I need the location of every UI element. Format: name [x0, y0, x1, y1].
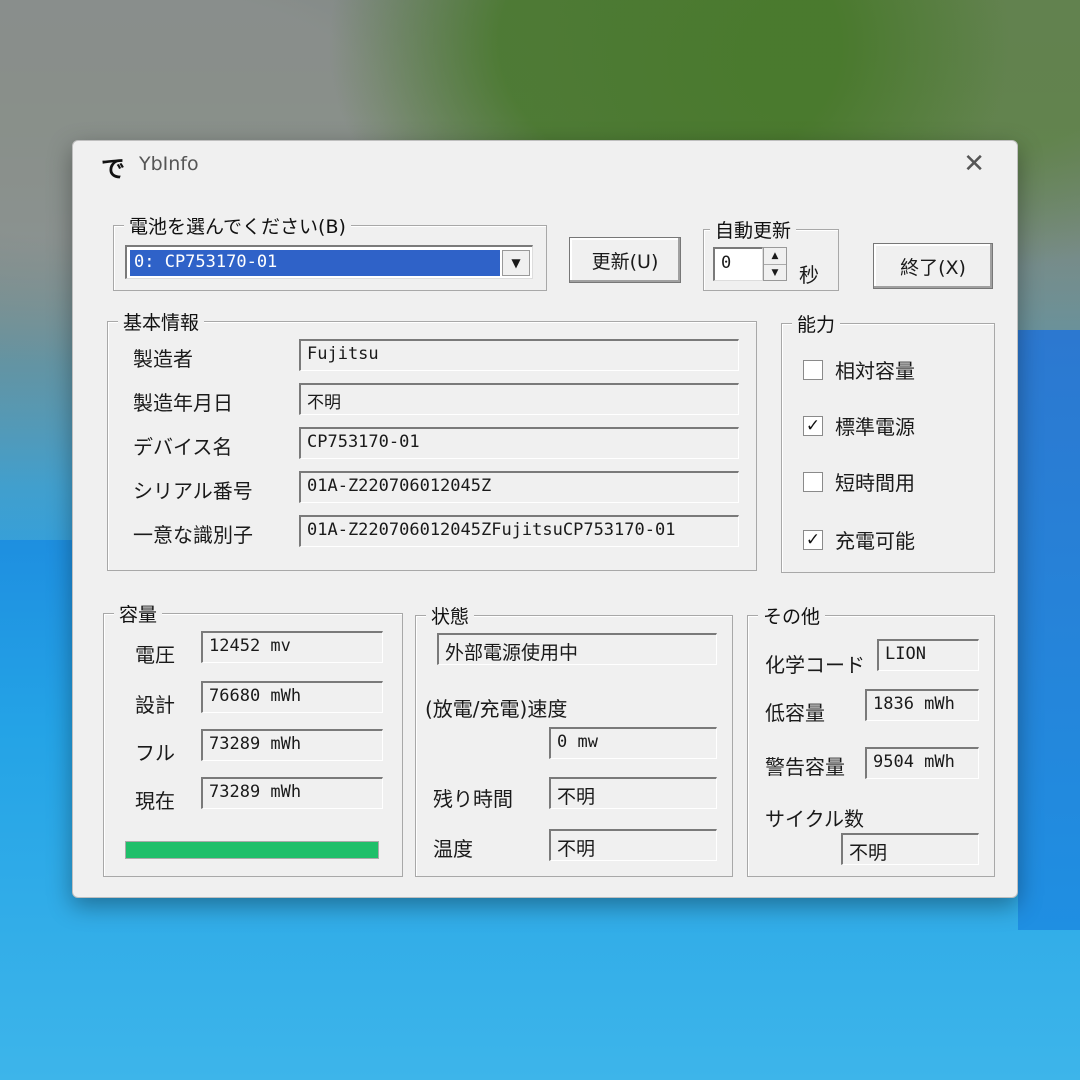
interval-spinner[interactable]: ▲ ▼ [763, 247, 787, 281]
checkbox-icon [803, 471, 823, 492]
design-capacity-label: 設計 [135, 693, 175, 717]
design-capacity-value: 76680 mWh [201, 681, 383, 713]
unique-id-label: 一意な識別子 [133, 523, 253, 547]
battery-combobox[interactable]: 0: CP753170-01 ▼ [125, 245, 533, 279]
capacity-label: 容量 [114, 600, 163, 627]
auto-refresh-label: 自動更新 [710, 216, 797, 243]
serial-number-label: シリアル番号 [133, 479, 253, 503]
relative-capacity-checkbox[interactable]: 相対容量 [803, 355, 915, 384]
warning-capacity-value: 9504 mWh [865, 747, 979, 779]
charge-progress-fill [126, 842, 378, 858]
remaining-time-value: 不明 [549, 777, 717, 809]
manufacture-date-value: 不明 [299, 383, 739, 415]
full-capacity-label: フル [135, 741, 175, 765]
close-icon[interactable]: ✕ [963, 149, 985, 179]
relative-capacity-label: 相対容量 [835, 359, 915, 383]
battery-combobox-value: 0: CP753170-01 [130, 250, 500, 276]
rechargeable-label: 充電可能 [835, 529, 915, 553]
warning-capacity-label: 警告容量 [765, 755, 845, 779]
spin-down-icon[interactable]: ▼ [764, 264, 786, 280]
manufacturer-label: 製造者 [133, 347, 193, 371]
remaining-time-label: 残り時間 [433, 787, 513, 811]
window-title: YbInfo [139, 153, 199, 175]
short-term-label: 短時間用 [835, 471, 915, 495]
status-label: 状態 [426, 602, 475, 629]
title-bar[interactable]: で YbInfo ✕ [73, 141, 1017, 189]
chemistry-code-value: LION [877, 639, 979, 671]
basic-info-label: 基本情報 [118, 308, 205, 335]
standard-power-label: 標準電源 [835, 415, 915, 439]
capabilities-label: 能力 [792, 310, 841, 337]
checkbox-icon [803, 359, 823, 380]
rate-label: (放電/充電)速度 [425, 697, 568, 721]
device-name-value: CP753170-01 [299, 427, 739, 459]
other-label: その他 [758, 602, 826, 629]
standard-power-checkbox[interactable]: ✓ 標準電源 [803, 411, 915, 440]
ybinfo-window: で YbInfo ✕ 電池を選んでください(B) 0: CP753170-01 … [72, 140, 1018, 898]
auto-refresh-interval-input[interactable]: 0 [713, 247, 763, 281]
short-term-checkbox[interactable]: 短時間用 [803, 467, 915, 496]
temperature-label: 温度 [433, 837, 473, 861]
refresh-button[interactable]: 更新(U) [569, 237, 681, 283]
temperature-value: 不明 [549, 829, 717, 861]
manufacture-date-label: 製造年月日 [133, 391, 233, 415]
battery-select-label: 電池を選んでください(B) [124, 212, 351, 239]
checkmark-icon: ✓ [803, 529, 823, 550]
voltage-value: 12452 mv [201, 631, 383, 663]
exit-button[interactable]: 終了(X) [873, 243, 993, 289]
wallpaper-sea-edge [1018, 330, 1080, 930]
low-capacity-label: 低容量 [765, 701, 825, 725]
checkmark-icon: ✓ [803, 415, 823, 436]
chevron-down-icon[interactable]: ▼ [502, 250, 530, 276]
rechargeable-checkbox[interactable]: ✓ 充電可能 [803, 525, 915, 554]
cycle-count-label: サイクル数 [765, 807, 864, 831]
auto-refresh-unit: 秒 [799, 263, 819, 287]
rate-value: 0 mw [549, 727, 717, 759]
power-state-value: 外部電源使用中 [437, 633, 717, 665]
app-icon: で [101, 155, 125, 183]
serial-number-value: 01A-Z220706012045Z [299, 471, 739, 503]
unique-id-value: 01A-Z220706012045ZFujitsuCP753170-01 [299, 515, 739, 547]
current-capacity-label: 現在 [135, 789, 175, 813]
device-name-label: デバイス名 [133, 435, 233, 459]
charge-progress-bar [125, 841, 379, 859]
cycle-count-value: 不明 [841, 833, 979, 865]
spin-up-icon[interactable]: ▲ [764, 248, 786, 264]
voltage-label: 電圧 [135, 643, 175, 667]
low-capacity-value: 1836 mWh [865, 689, 979, 721]
manufacturer-value: Fujitsu [299, 339, 739, 371]
current-capacity-value: 73289 mWh [201, 777, 383, 809]
full-capacity-value: 73289 mWh [201, 729, 383, 761]
chemistry-code-label: 化学コード [765, 653, 865, 677]
